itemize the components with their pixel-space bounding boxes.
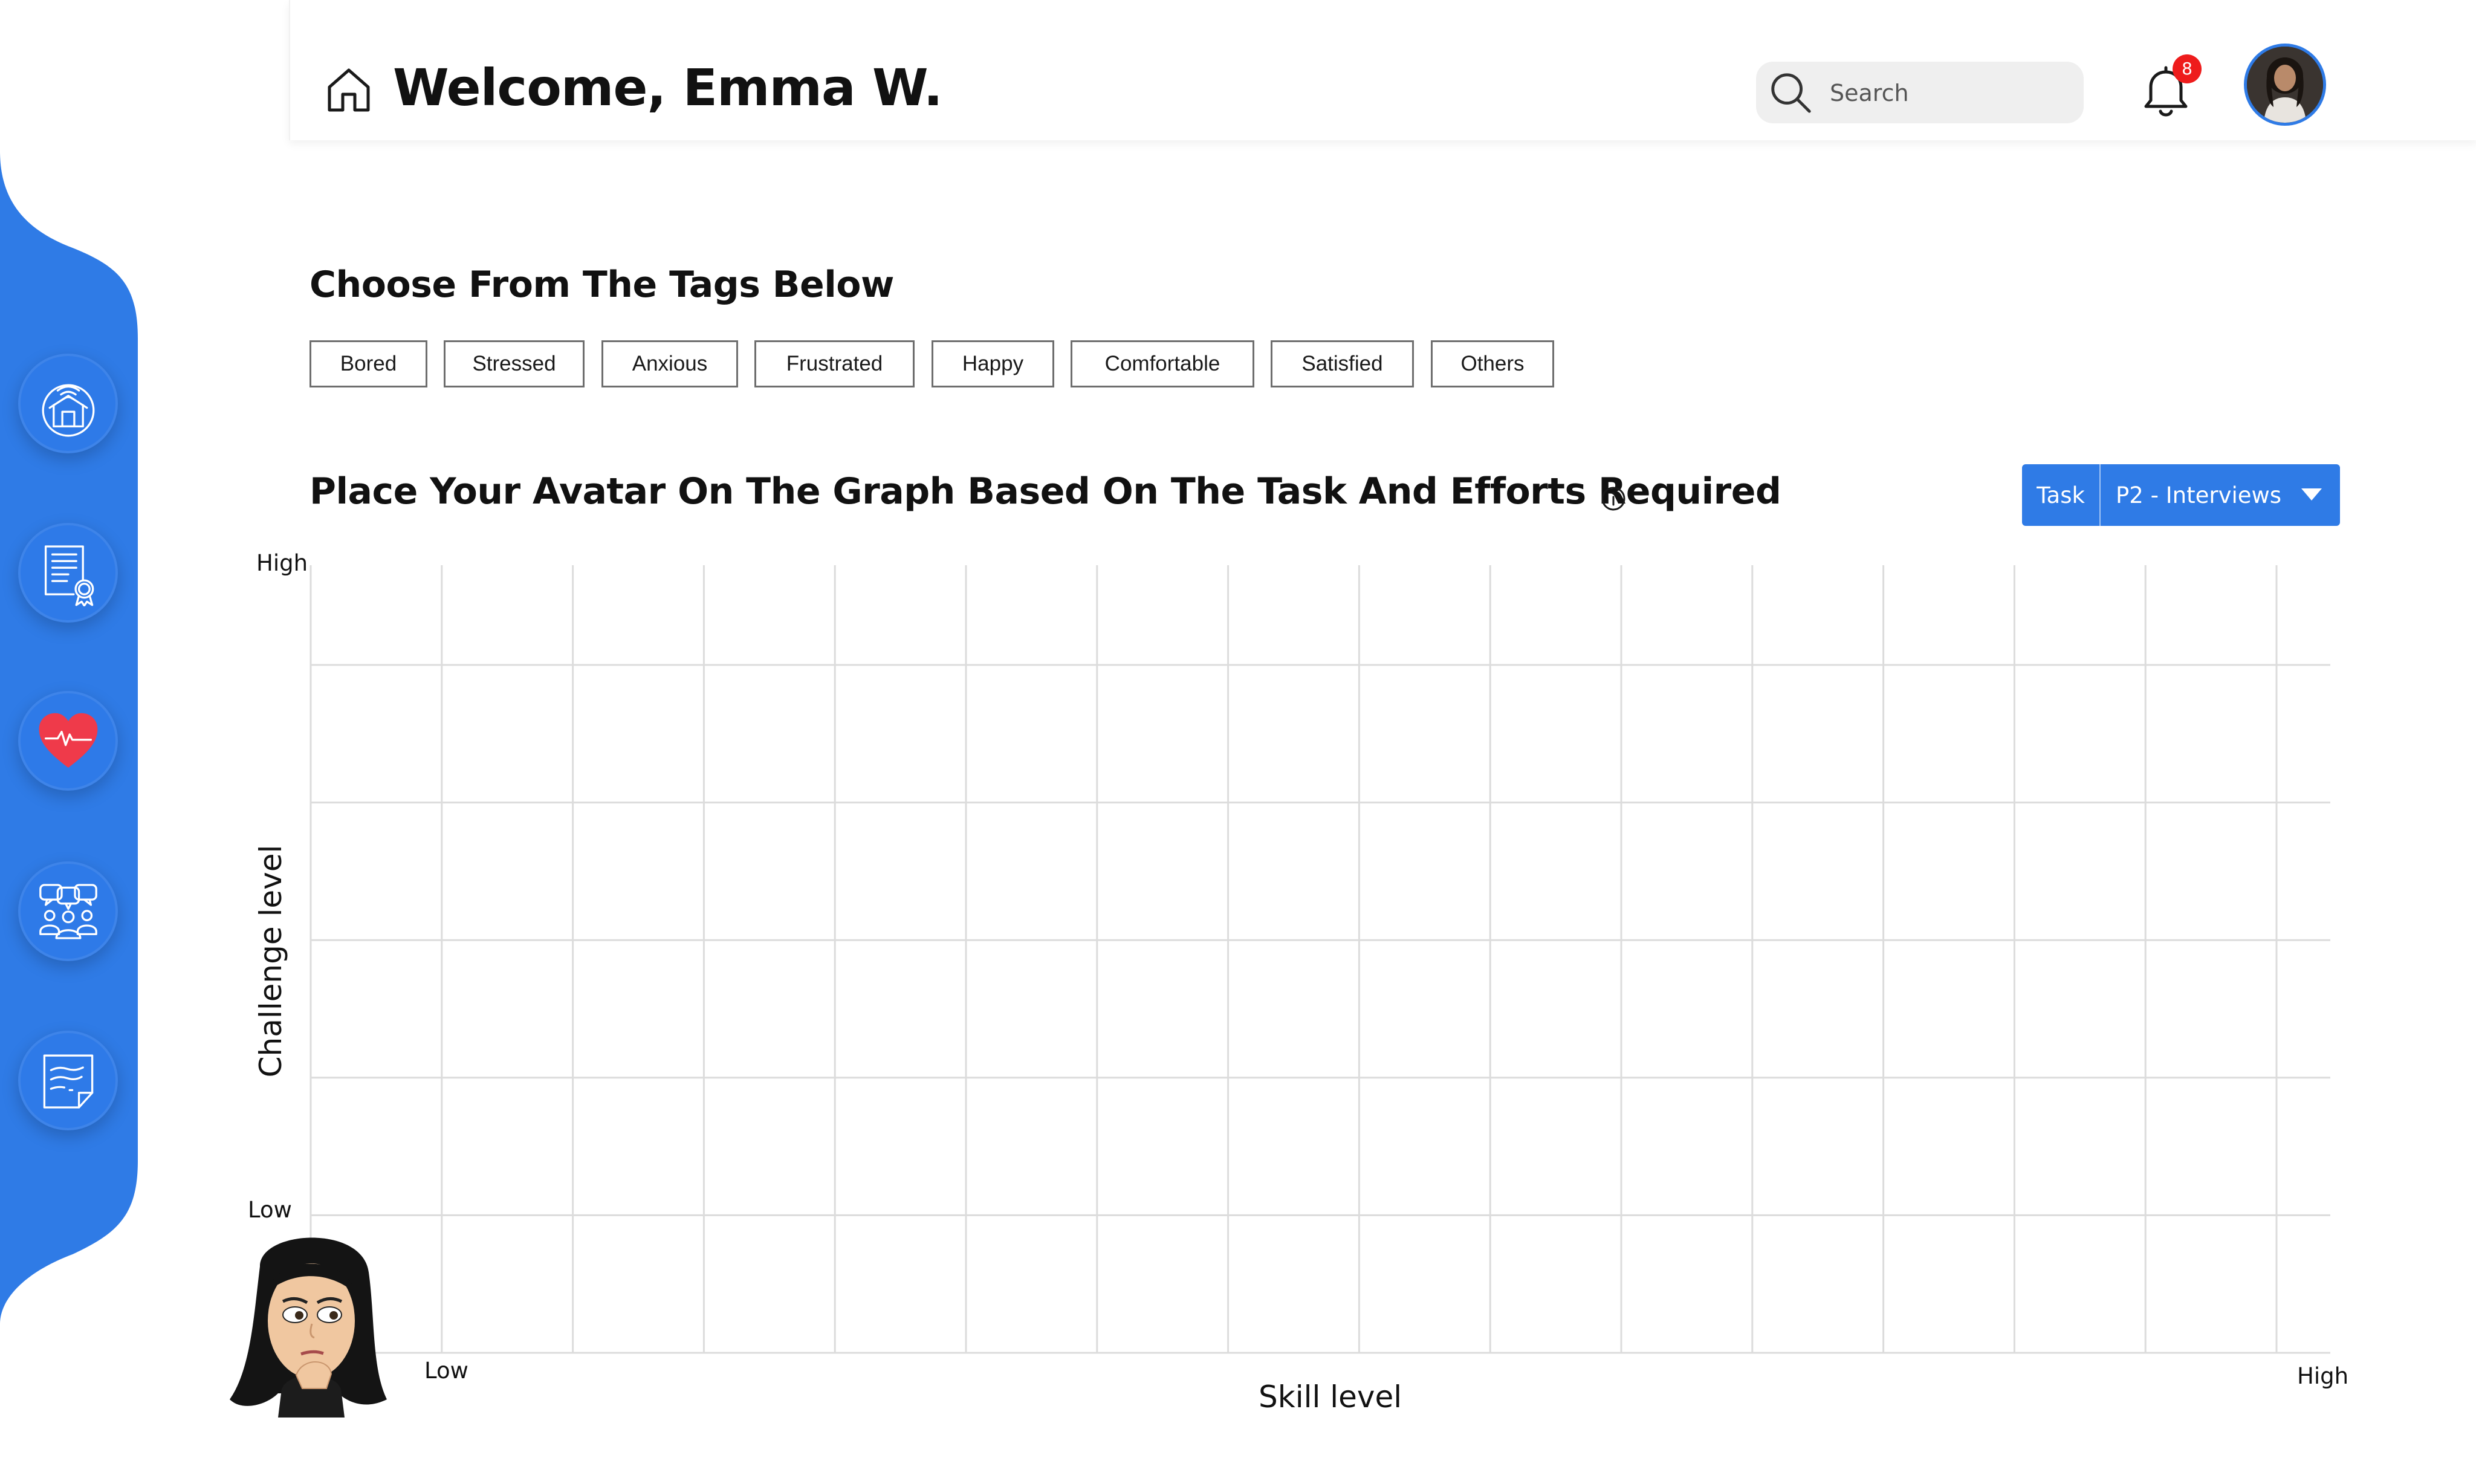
team-chat-icon — [39, 883, 97, 939]
home-icon[interactable] — [325, 65, 373, 114]
x-axis-title: Skill level — [1259, 1379, 1402, 1414]
task-dropdown-value: P2 - Interviews — [2116, 482, 2282, 508]
certificate-icon — [44, 545, 94, 606]
heart-rate-icon — [39, 713, 97, 768]
challenge-skill-grid[interactable] — [302, 562, 2339, 1360]
sidebar-item-smart-home[interactable] — [18, 354, 118, 453]
x-axis-low-label: Low — [424, 1358, 468, 1384]
tag-anxious[interactable]: Anxious — [601, 340, 738, 387]
welcome-heading: Welcome, Emma W. — [393, 58, 943, 117]
sidebar-item-certificate[interactable] — [18, 523, 118, 623]
y-axis-high-label: High — [256, 550, 308, 576]
info-icon[interactable] — [1600, 485, 1627, 512]
sidebar-item-community[interactable] — [18, 861, 118, 961]
tags-heading: Choose From The Tags Below — [310, 264, 894, 306]
sidebar-item-health[interactable] — [18, 691, 118, 791]
tag-happy[interactable]: Happy — [932, 340, 1054, 387]
tag-bored[interactable]: Bored — [310, 340, 427, 387]
tag-others[interactable]: Others — [1431, 340, 1554, 387]
y-axis-title: Challenge level — [253, 844, 288, 1078]
tag-stressed[interactable]: Stressed — [444, 340, 585, 387]
search-bar[interactable] — [1756, 62, 2084, 123]
search-input[interactable] — [1829, 74, 2073, 112]
task-dropdown[interactable]: Task P2 - Interviews — [2022, 464, 2340, 526]
user-avatar[interactable] — [2244, 44, 2326, 126]
tag-satisfied[interactable]: Satisfied — [1271, 340, 1414, 387]
task-dropdown-label: Task — [2022, 464, 2101, 526]
x-axis-high-label: High — [2297, 1363, 2349, 1389]
chevron-down-icon — [2301, 488, 2322, 501]
sidebar-item-notes[interactable] — [18, 1031, 118, 1130]
profile-photo — [2247, 47, 2323, 123]
notification-badge: 8 — [2173, 54, 2202, 83]
tag-frustrated[interactable]: Frustrated — [754, 340, 915, 387]
tag-comfortable[interactable]: Comfortable — [1071, 340, 1254, 387]
notes-icon — [43, 1054, 93, 1109]
search-icon — [1771, 73, 1811, 113]
graph-heading: Place Your Avatar On The Graph Based On … — [310, 470, 1781, 513]
draggable-avatar[interactable] — [224, 1218, 399, 1418]
top-header: Welcome, Emma W. 8 — [289, 0, 2476, 140]
smart-home-icon — [42, 384, 94, 436]
